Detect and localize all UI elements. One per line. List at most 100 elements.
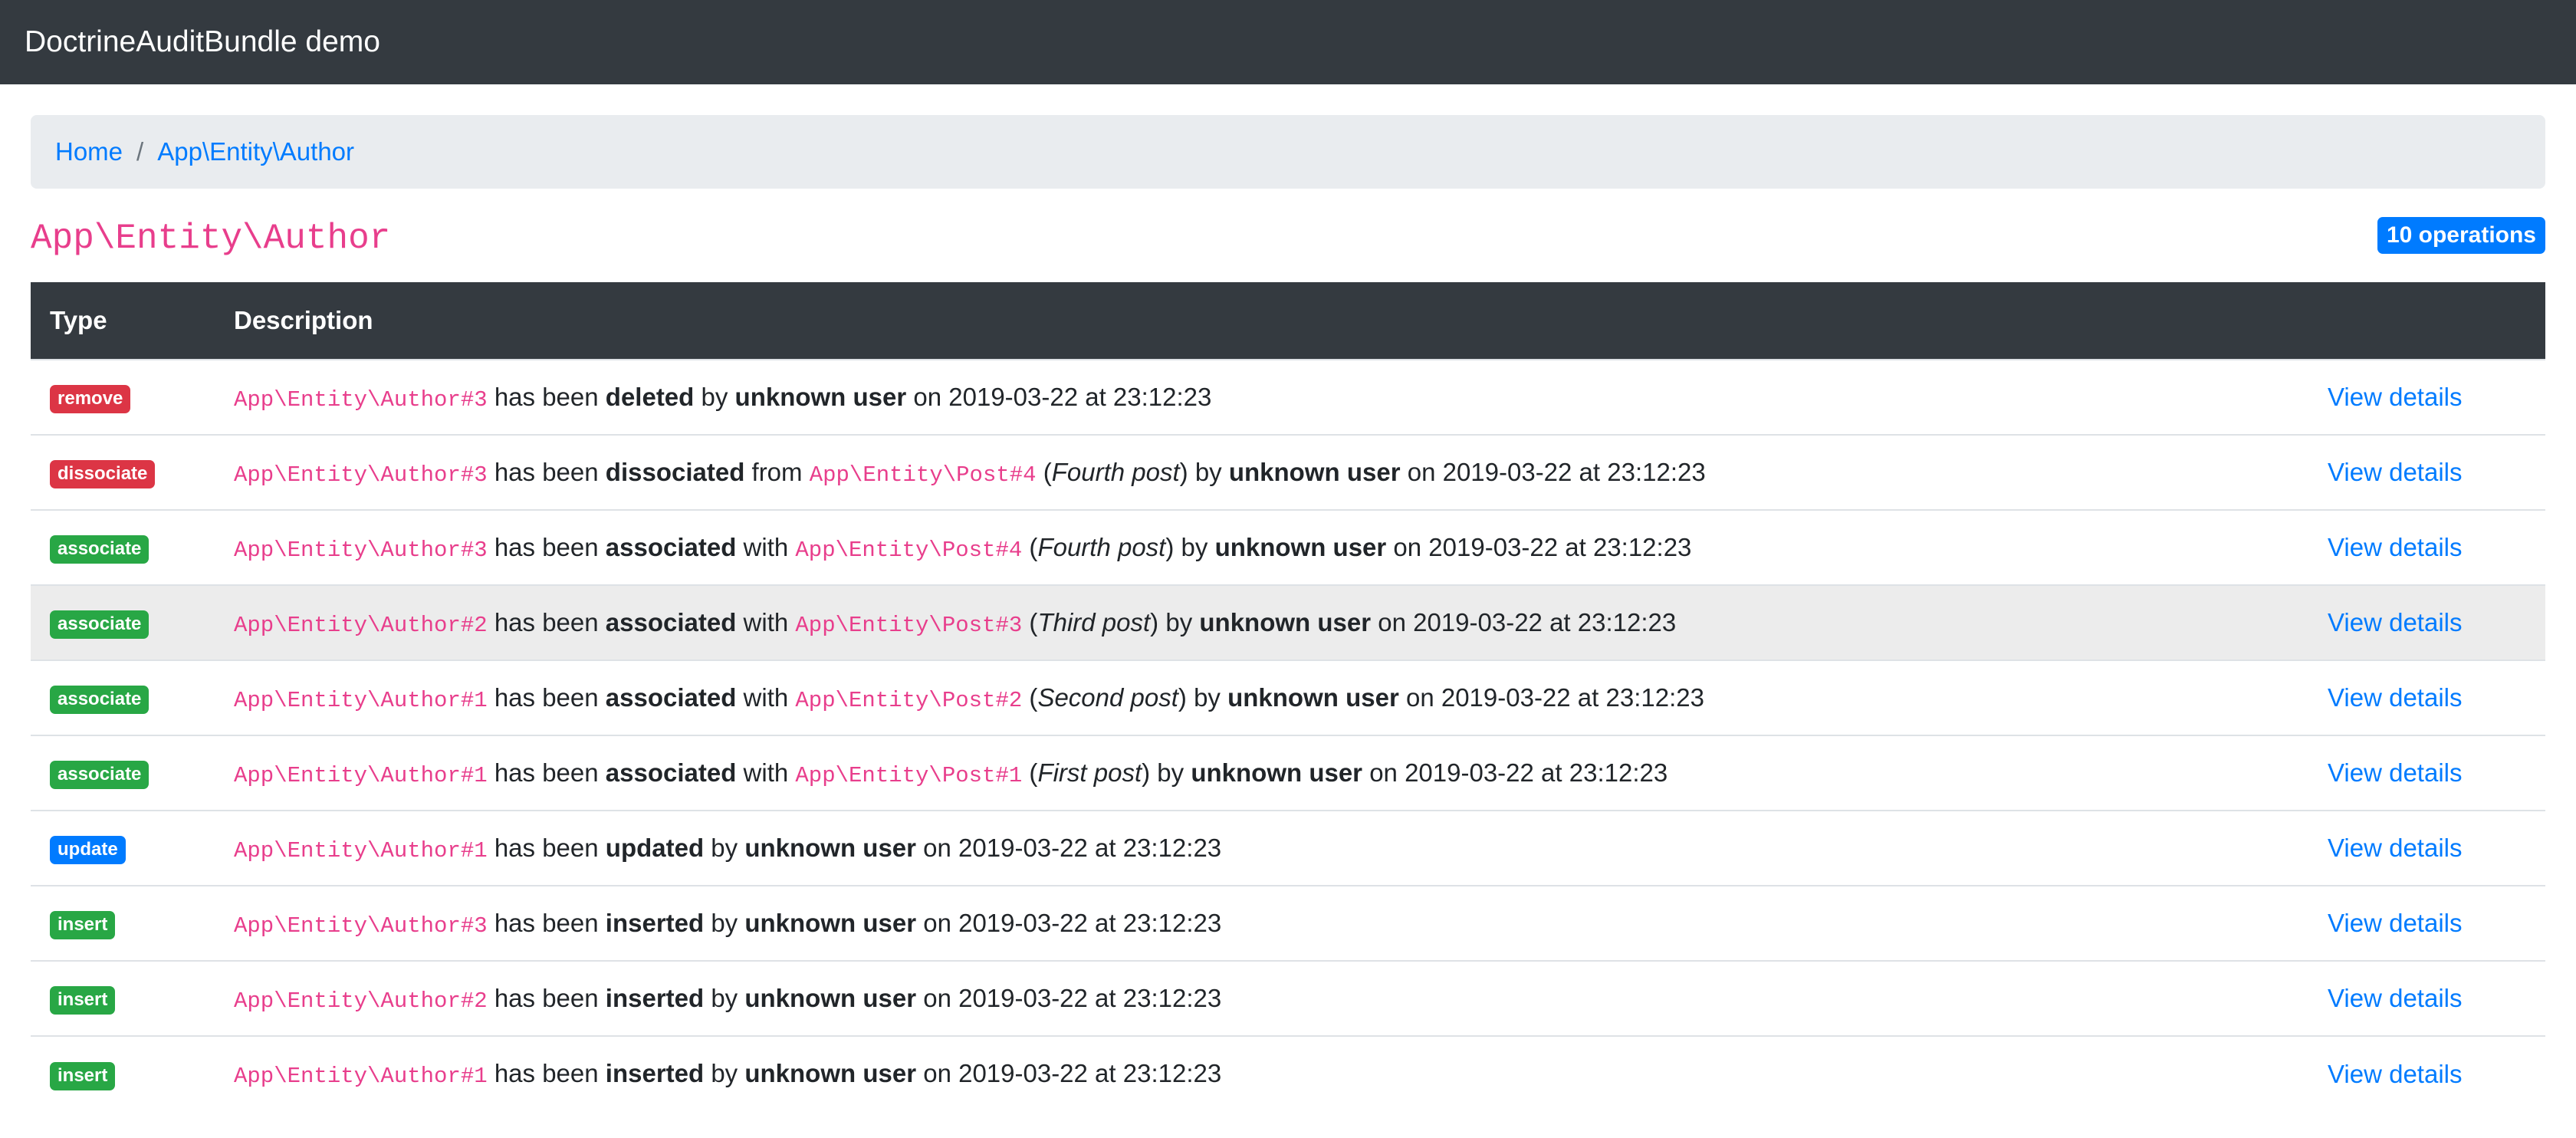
operation-type-badge: insert — [50, 986, 116, 1015]
timestamp: on 2019-03-22 at 23:12:23 — [1371, 607, 1677, 636]
table-row: associate App\Entity\Author#2 has been as… — [31, 585, 2545, 660]
text-has-been: has been — [487, 1059, 606, 1087]
target-label: Second post — [1037, 682, 1178, 712]
type-cell: insert — [31, 886, 234, 961]
timestamp: on 2019-03-22 at 23:12:23 — [1398, 682, 1704, 712]
action-verb: inserted — [605, 1059, 705, 1087]
column-header-type: Type — [50, 306, 107, 334]
entity-code: App\Entity\Author#2 — [234, 988, 488, 1014]
breadcrumb: Home / App\Entity\Author — [31, 115, 2545, 189]
timestamp: on 2019-03-22 at 23:12:23 — [1362, 758, 1668, 787]
view-details-link[interactable]: View details — [2328, 909, 2463, 937]
type-cell: associate — [31, 735, 234, 811]
view-details-link[interactable]: View details — [2328, 533, 2463, 561]
view-details-link[interactable]: View details — [2328, 683, 2463, 712]
text-by: by — [1158, 607, 1200, 636]
operations-count-badge: 10 operations — [2377, 217, 2545, 254]
operation-type-badge: update — [50, 836, 126, 864]
type-cell: insert — [31, 1036, 234, 1111]
text-has-been: has been — [487, 607, 606, 636]
text-paren-open: ( — [1022, 532, 1038, 561]
action-cell: View details — [2328, 360, 2545, 435]
operation-type-badge: associate — [50, 761, 150, 789]
view-details-link[interactable]: View details — [2328, 834, 2463, 862]
table-row: insert App\Entity\Author#2 has been inser… — [31, 961, 2545, 1036]
view-details-link[interactable]: View details — [2328, 383, 2463, 411]
entity-code: App\Entity\Author#3 — [234, 537, 488, 563]
action-cell: View details — [2328, 811, 2545, 886]
text-by: by — [704, 1059, 745, 1087]
text-has-been: has been — [487, 532, 606, 561]
text-preposition: from — [744, 457, 810, 486]
action-verb: associated — [605, 532, 737, 561]
operation-type-badge: dissociate — [50, 460, 156, 488]
text-has-been: has been — [487, 833, 606, 862]
description-cell: App\Entity\Author#3 has been dissociated… — [234, 435, 2328, 510]
timestamp: on 2019-03-22 at 23:12:23 — [1400, 457, 1706, 486]
description-cell: App\Entity\Author#1 has been associated … — [234, 660, 2328, 735]
action-cell: View details — [2328, 435, 2545, 510]
target-entity-code: App\Entity\Post#1 — [795, 762, 1023, 788]
target-label: Third post — [1037, 607, 1151, 636]
action-cell: View details — [2328, 510, 2545, 585]
brand-link[interactable]: DoctrineAuditBundle demo — [25, 25, 380, 59]
text-paren-close: ) — [1178, 682, 1187, 712]
user-name: unknown user — [744, 983, 917, 1012]
breadcrumb-separator: / — [136, 137, 144, 166]
operation-type-badge: insert — [50, 1061, 116, 1090]
action-cell: View details — [2328, 660, 2545, 735]
entity-code: App\Entity\Author#1 — [234, 762, 488, 788]
timestamp: on 2019-03-22 at 23:12:23 — [916, 983, 1222, 1012]
operation-type-badge: remove — [50, 385, 131, 413]
table-row: associate App\Entity\Author#1 has been as… — [31, 660, 2545, 735]
column-header-description: Description — [234, 306, 373, 334]
breadcrumb-current-link[interactable]: App\Entity\Author — [157, 137, 354, 166]
text-paren-open: ( — [1022, 682, 1038, 712]
top-navbar: DoctrineAuditBundle demo — [0, 0, 2576, 84]
table-row: dissociate App\Entity\Author#3 has been d… — [31, 435, 2545, 510]
view-details-link[interactable]: View details — [2328, 984, 2463, 1012]
text-preposition: with — [736, 607, 796, 636]
text-paren-close: ) — [1142, 758, 1151, 787]
user-name: unknown user — [744, 1059, 917, 1087]
operation-type-badge: insert — [50, 911, 116, 939]
main-container: Home / App\Entity\Author App\Entity\Auth… — [0, 84, 2576, 1111]
text-by: by — [694, 382, 735, 411]
target-label: Fourth post — [1037, 532, 1166, 561]
target-entity-code: App\Entity\Post#4 — [795, 537, 1023, 563]
type-cell: associate — [31, 660, 234, 735]
text-has-been: has been — [487, 908, 606, 937]
user-name: unknown user — [744, 833, 916, 862]
text-has-been: has been — [487, 983, 606, 1012]
heading-row: App\Entity\Author 10 operations — [31, 189, 2545, 282]
text-by: by — [704, 983, 745, 1012]
action-cell: View details — [2328, 585, 2545, 660]
table-row: associate App\Entity\Author#1 has been as… — [31, 735, 2545, 811]
text-paren-close: ) — [1179, 457, 1188, 486]
entity-code: App\Entity\Author#3 — [234, 913, 488, 939]
target-label: Fourth post — [1051, 457, 1180, 486]
entity-code: App\Entity\Author#1 — [234, 1064, 488, 1089]
view-details-link[interactable]: View details — [2328, 758, 2463, 787]
text-paren-open: ( — [1022, 758, 1038, 787]
text-by: by — [1188, 457, 1229, 486]
view-details-link[interactable]: View details — [2328, 458, 2463, 486]
user-name: unknown user — [1228, 457, 1401, 486]
timestamp: on 2019-03-22 at 23:12:23 — [916, 908, 1222, 937]
description-cell: App\Entity\Author#3 has been deleted by … — [234, 360, 2328, 435]
view-details-link[interactable]: View details — [2328, 608, 2463, 636]
operation-type-badge: associate — [50, 610, 150, 639]
target-entity-code: App\Entity\Post#2 — [795, 687, 1023, 713]
breadcrumb-home-link[interactable]: Home — [55, 137, 123, 166]
action-verb: deleted — [605, 382, 695, 411]
action-verb: inserted — [605, 983, 705, 1012]
user-name: unknown user — [1191, 758, 1363, 787]
timestamp: on 2019-03-22 at 23:12:23 — [916, 833, 1222, 862]
text-paren-close: ) — [1165, 532, 1175, 561]
text-by: by — [704, 833, 745, 862]
entity-code: App\Entity\Author#3 — [234, 462, 488, 488]
description-cell: App\Entity\Author#3 has been associated … — [234, 510, 2328, 585]
target-entity-code: App\Entity\Post#4 — [809, 462, 1037, 488]
view-details-link[interactable]: View details — [2328, 1060, 2463, 1088]
text-preposition: with — [736, 758, 796, 787]
